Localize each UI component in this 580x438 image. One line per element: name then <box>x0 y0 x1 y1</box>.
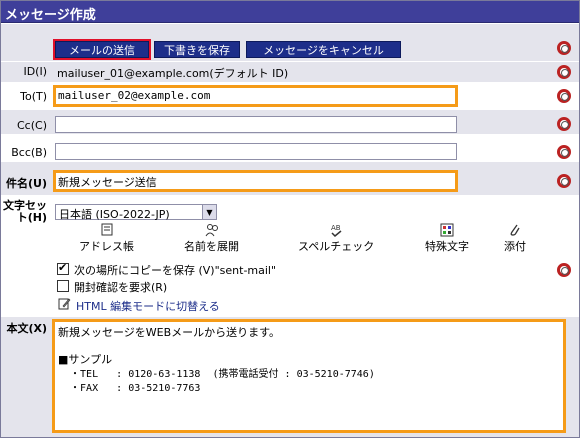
attach-button[interactable]: 添付 <box>504 223 526 254</box>
attach-label: 添付 <box>504 240 526 253</box>
charset-select[interactable]: 日本語 (ISO-2022-JP) ▼ <box>55 204 217 221</box>
chevron-down-icon[interactable]: ▼ <box>202 205 216 219</box>
body-line: ・TEL : 0120-63-1138 (携帯電話受付 : 03-5210-77… <box>58 369 375 380</box>
read-receipt-checkbox[interactable] <box>57 280 69 292</box>
id-value: mailuser_01@example.com(デフォルト ID) <box>57 67 289 80</box>
bcc-field[interactable] <box>55 143 457 160</box>
body-line: 新規メッセージをWEBメールから送ります。 <box>58 326 281 339</box>
window-title: メッセージ作成 <box>5 8 96 23</box>
body-label: 本文(X) <box>6 322 47 335</box>
to-field[interactable]: mailuser_02@example.com <box>53 85 458 107</box>
expand-names-label: 名前を展開 <box>184 240 239 253</box>
help-icon[interactable] <box>557 263 571 277</box>
help-icon[interactable] <box>557 174 571 188</box>
to-field-value: mailuser_02@example.com <box>58 89 211 102</box>
spell-check-button[interactable]: AB スペルチェック <box>298 223 374 254</box>
spell-check-label: スペルチェック <box>298 240 375 253</box>
help-icon[interactable] <box>557 89 571 103</box>
cc-field[interactable] <box>55 116 457 133</box>
special-chars-icon <box>440 223 454 237</box>
read-receipt-label: 開封確認を要求(R) <box>74 281 168 294</box>
body-line: ・FAX : 03-5210-7763 <box>58 383 201 394</box>
help-icon[interactable] <box>557 117 571 131</box>
subject-field[interactable]: 新規メッセージ送信 <box>53 170 458 192</box>
charset-selected-value: 日本語 (ISO-2022-JP) <box>59 208 170 221</box>
paperclip-icon <box>510 224 520 236</box>
address-book-button[interactable]: アドレス帳 <box>79 223 134 254</box>
title-bar: メッセージ作成 <box>1 1 579 23</box>
html-mode-link[interactable]: HTML 編集モードに切替える <box>76 298 220 314</box>
cc-label: Cc(C) <box>17 119 47 132</box>
compose-window: メッセージ作成 メールの送信 下書きを保存 メッセージをキャンセル ID(I) … <box>0 0 580 438</box>
message-body-textarea[interactable]: 新規メッセージをWEBメールから送ります。 ■サンプル ・TEL : 0120-… <box>52 319 566 433</box>
help-icon[interactable] <box>557 65 571 79</box>
edit-icon <box>58 298 71 310</box>
charset-label-line2: ト(H) <box>16 211 47 224</box>
cancel-message-button[interactable]: メッセージをキャンセル <box>246 41 401 58</box>
special-chars-label: 特殊文字 <box>425 240 469 253</box>
subject-label: 件名(U) <box>6 177 47 190</box>
id-label: ID(I) <box>23 65 47 78</box>
expand-names-button[interactable]: 名前を展開 <box>184 223 239 254</box>
bcc-label: Bcc(B) <box>11 146 47 159</box>
people-icon <box>205 224 218 237</box>
subject-field-value: 新規メッセージ送信 <box>58 176 157 189</box>
special-chars-button[interactable]: 特殊文字 <box>425 223 469 254</box>
send-button[interactable]: メールの送信 <box>53 39 151 60</box>
save-copy-checkbox[interactable] <box>57 261 69 275</box>
spell-check-icon: AB <box>331 224 342 237</box>
help-icon[interactable] <box>557 145 571 159</box>
help-icon[interactable] <box>557 41 571 55</box>
save-copy-label: 次の場所にコピーを保存 (V)"sent-mail" <box>74 264 277 277</box>
address-book-icon <box>101 223 112 236</box>
svg-text:AB: AB <box>331 224 341 232</box>
save-draft-button[interactable]: 下書きを保存 <box>154 41 240 58</box>
address-book-label: アドレス帳 <box>79 240 134 253</box>
to-label: To(T) <box>20 90 47 103</box>
